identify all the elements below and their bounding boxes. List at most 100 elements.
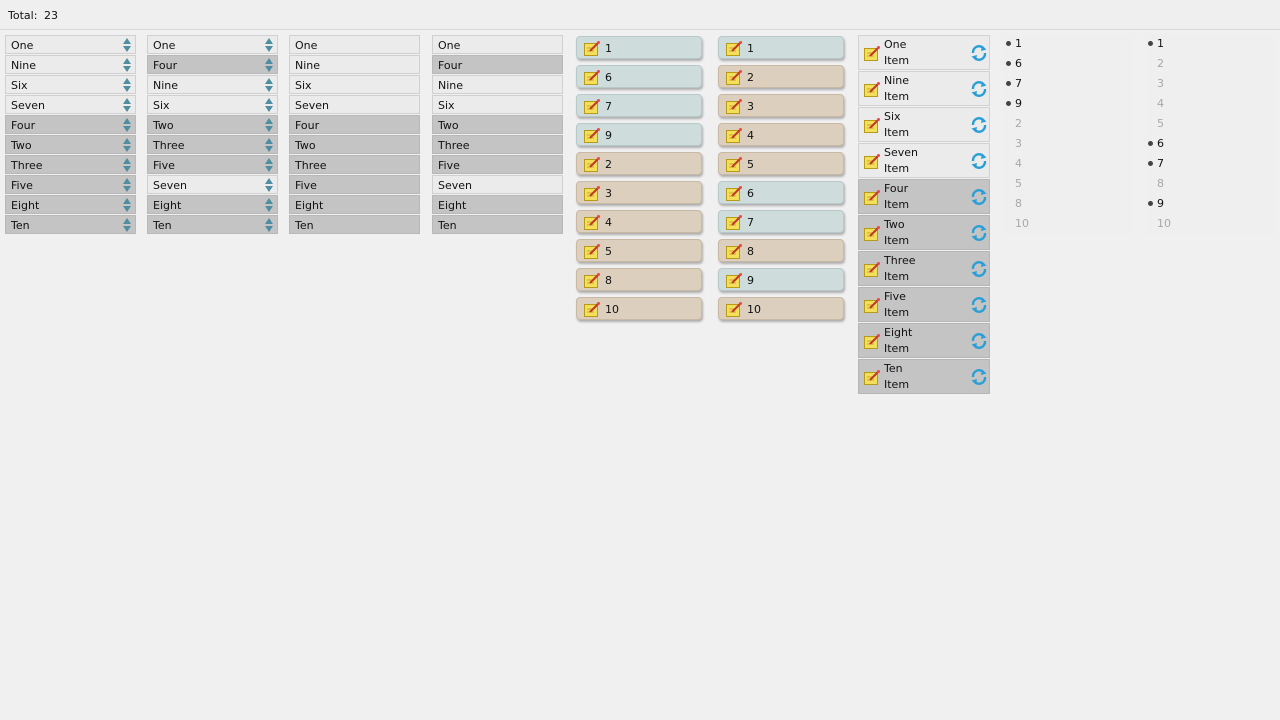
- list-item[interactable]: Three: [289, 155, 420, 174]
- list-item[interactable]: 9: [1145, 194, 1275, 214]
- list-item[interactable]: 4: [1145, 94, 1275, 114]
- pill-item[interactable]: 4: [718, 123, 844, 146]
- pill-item[interactable]: 3: [718, 94, 844, 117]
- list-item[interactable]: Ten: [432, 215, 563, 234]
- list-item[interactable]: Two: [289, 135, 420, 154]
- list-item[interactable]: 2: [1145, 54, 1275, 74]
- pill-item[interactable]: 6: [718, 181, 844, 204]
- list-item[interactable]: Eight Item: [858, 323, 990, 358]
- list-item[interactable]: Three: [5, 155, 136, 174]
- spinner-arrows-icon[interactable]: [122, 137, 132, 153]
- list-item[interactable]: Seven: [147, 175, 278, 194]
- pill-item[interactable]: 9: [718, 268, 844, 291]
- list-item[interactable]: Four: [432, 55, 563, 74]
- list-item[interactable]: 6: [1003, 54, 1133, 74]
- list-item[interactable]: Four: [147, 55, 278, 74]
- spinner-arrows-icon[interactable]: [264, 197, 274, 213]
- list-item[interactable]: 8: [1003, 194, 1133, 214]
- list-item[interactable]: Eight: [432, 195, 563, 214]
- list-item[interactable]: Seven: [5, 95, 136, 114]
- list-item[interactable]: Three: [432, 135, 563, 154]
- pill-item[interactable]: 3: [576, 181, 702, 204]
- list-item[interactable]: Ten: [147, 215, 278, 234]
- list-item[interactable]: Six: [147, 95, 278, 114]
- list-item[interactable]: Three: [147, 135, 278, 154]
- spinner-arrows-icon[interactable]: [122, 177, 132, 193]
- refresh-icon[interactable]: [970, 116, 988, 137]
- spinner-arrows-icon[interactable]: [122, 197, 132, 213]
- list-item[interactable]: Four: [5, 115, 136, 134]
- spinner-arrows-icon[interactable]: [264, 177, 274, 193]
- list-item[interactable]: Nine: [5, 55, 136, 74]
- refresh-icon[interactable]: [970, 44, 988, 65]
- refresh-icon[interactable]: [970, 80, 988, 101]
- list-item[interactable]: Five: [432, 155, 563, 174]
- list-item[interactable]: Seven: [289, 95, 420, 114]
- list-item[interactable]: Nine: [289, 55, 420, 74]
- refresh-icon[interactable]: [970, 188, 988, 209]
- list-item[interactable]: 8: [1145, 174, 1275, 194]
- list-item[interactable]: Five Item: [858, 287, 990, 322]
- pill-item[interactable]: 7: [718, 210, 844, 233]
- list-item[interactable]: Nine Item: [858, 71, 990, 106]
- refresh-icon[interactable]: [970, 368, 988, 389]
- list-item[interactable]: One Item: [858, 35, 990, 70]
- list-item[interactable]: One: [432, 35, 563, 54]
- list-item[interactable]: Eight: [147, 195, 278, 214]
- list-item[interactable]: Five: [5, 175, 136, 194]
- refresh-icon[interactable]: [970, 224, 988, 245]
- list-item[interactable]: Seven Item: [858, 143, 990, 178]
- spinner-arrows-icon[interactable]: [264, 157, 274, 173]
- pill-item[interactable]: 2: [576, 152, 702, 175]
- list-item[interactable]: 9: [1003, 94, 1133, 114]
- pill-item[interactable]: 2: [718, 65, 844, 88]
- spinner-arrows-icon[interactable]: [122, 217, 132, 233]
- spinner-arrows-icon[interactable]: [122, 117, 132, 133]
- list-item[interactable]: One: [289, 35, 420, 54]
- list-item[interactable]: Ten Item: [858, 359, 990, 394]
- spinner-arrows-icon[interactable]: [122, 57, 132, 73]
- list-item[interactable]: 7: [1145, 154, 1275, 174]
- spinner-arrows-icon[interactable]: [122, 97, 132, 113]
- list-item[interactable]: 10: [1145, 214, 1275, 234]
- pill-item[interactable]: 5: [576, 239, 702, 262]
- list-item[interactable]: Two: [5, 135, 136, 154]
- pill-item[interactable]: 9: [576, 123, 702, 146]
- list-item[interactable]: Seven: [432, 175, 563, 194]
- list-item[interactable]: 6: [1145, 134, 1275, 154]
- list-item[interactable]: Five: [289, 175, 420, 194]
- pill-item[interactable]: 1: [718, 36, 844, 59]
- pill-item[interactable]: 6: [576, 65, 702, 88]
- pill-item[interactable]: 1: [576, 36, 702, 59]
- list-item[interactable]: Two: [147, 115, 278, 134]
- spinner-arrows-icon[interactable]: [264, 97, 274, 113]
- pill-item[interactable]: 8: [718, 239, 844, 262]
- list-item[interactable]: 2: [1003, 114, 1133, 134]
- list-item[interactable]: 10: [1003, 214, 1133, 234]
- list-item[interactable]: Five: [147, 155, 278, 174]
- list-item[interactable]: 4: [1003, 154, 1133, 174]
- list-item[interactable]: Eight: [289, 195, 420, 214]
- pill-item[interactable]: 10: [576, 297, 702, 320]
- spinner-arrows-icon[interactable]: [264, 77, 274, 93]
- list-item[interactable]: Six: [289, 75, 420, 94]
- list-item[interactable]: Eight: [5, 195, 136, 214]
- spinner-arrows-icon[interactable]: [264, 137, 274, 153]
- list-item[interactable]: 5: [1145, 114, 1275, 134]
- spinner-arrows-icon[interactable]: [122, 37, 132, 53]
- refresh-icon[interactable]: [970, 332, 988, 353]
- pill-item[interactable]: 7: [576, 94, 702, 117]
- list-item[interactable]: 5: [1003, 174, 1133, 194]
- list-item[interactable]: 3: [1145, 74, 1275, 94]
- list-item[interactable]: 1: [1003, 34, 1133, 54]
- pill-item[interactable]: 5: [718, 152, 844, 175]
- refresh-icon[interactable]: [970, 260, 988, 281]
- list-item[interactable]: Two: [432, 115, 563, 134]
- list-item[interactable]: One: [5, 35, 136, 54]
- spinner-arrows-icon[interactable]: [264, 217, 274, 233]
- refresh-icon[interactable]: [970, 296, 988, 317]
- spinner-arrows-icon[interactable]: [264, 57, 274, 73]
- pill-item[interactable]: 8: [576, 268, 702, 291]
- pill-item[interactable]: 4: [576, 210, 702, 233]
- spinner-arrows-icon[interactable]: [122, 157, 132, 173]
